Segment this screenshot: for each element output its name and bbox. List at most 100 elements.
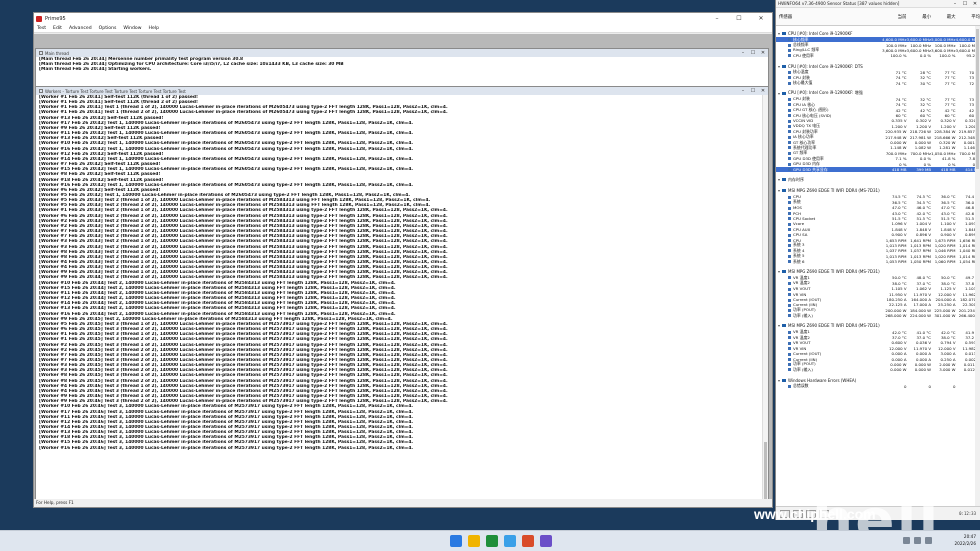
taskbar-app-icon[interactable] bbox=[450, 535, 462, 547]
clock[interactable]: 20:47 2022/2/26 bbox=[955, 533, 976, 547]
sensor-row[interactable]: 系统 36.5 °C 34.5 °C 36.5 °C 36.0 °C bbox=[776, 199, 980, 205]
sensor-name: CPU 封装功率 bbox=[793, 128, 818, 134]
sensor-row[interactable]: CPU AUX 1.848 V 1.848 V 1.848 V 1.848 V bbox=[776, 227, 980, 232]
sensor-value: 34.5 °C bbox=[916, 199, 932, 205]
sensor-row[interactable]: CPU Socket 51.5 °C 51.5 °C 51.5 °C 51.5 °C bbox=[776, 216, 980, 221]
taskbar-app-icon[interactable] bbox=[468, 535, 480, 547]
maximize-button[interactable]: ☐ bbox=[960, 1, 970, 7]
sensor-row[interactable]: Current (IOUT) 180.250 A 164.000 A 204.000 … bbox=[776, 297, 980, 302]
taskbar-app-icon[interactable] bbox=[522, 535, 534, 547]
sensor-icon bbox=[788, 212, 791, 216]
sensor-row[interactable]: VR VIN 12.000 V 11.970 V 12.000 V 11.982 V bbox=[776, 346, 980, 351]
sensor-row[interactable]: Vcore 1.096 V 1.004 V 1.100 V 1.093 V bbox=[776, 221, 980, 226]
sensor-value: 28 °C bbox=[920, 69, 932, 75]
child-minimize-button[interactable]: – bbox=[738, 88, 748, 94]
column-header[interactable]: 当前 bbox=[882, 14, 907, 20]
sensor-name: GT 核心功率 bbox=[793, 139, 816, 145]
hwinfo-titlebar[interactable]: HWiNFO64 v7.36-4900 Sensor Status [387 v… bbox=[776, 0, 980, 8]
close-button[interactable]: ✕ bbox=[750, 15, 772, 22]
sensor-value: 37.0 °C bbox=[916, 280, 932, 286]
chevron-up-icon[interactable] bbox=[903, 537, 910, 544]
sensor-name: 功率 (POUT) bbox=[793, 307, 816, 313]
child-maximize-button[interactable]: ☐ bbox=[748, 88, 758, 94]
sensor-name: PCH bbox=[793, 210, 801, 216]
sensor-icon bbox=[788, 157, 791, 161]
menu-item-options[interactable]: Options bbox=[99, 26, 117, 31]
menu-item-help[interactable]: Help bbox=[149, 26, 159, 31]
minimize-button[interactable]: – bbox=[706, 15, 728, 22]
sensor-row[interactable]: 功率 (输入) 268.000 W 224.000 W 301.000 W 266.40… bbox=[776, 313, 980, 318]
sensor-group-name: CPU [#0]: Intel Core i9-12900KF: 增强 bbox=[788, 90, 863, 96]
sensor-scrollbar[interactable] bbox=[975, 26, 980, 506]
child-close-button[interactable]: ✕ bbox=[758, 88, 768, 94]
sensor-row[interactable]: VR VOUT 0.600 V 0.036 V 0.794 V 0.593 V bbox=[776, 340, 980, 345]
child-minimize-button[interactable]: – bbox=[738, 50, 748, 56]
column-header[interactable]: 最大 bbox=[931, 14, 956, 20]
sensor-value: 418 MB bbox=[940, 167, 956, 172]
sensor-icon bbox=[788, 368, 791, 372]
sensor-value: 0.900 V bbox=[940, 232, 956, 238]
sensor-row[interactable]: CPU 使用率 100.0 % 0.0 % 100.0 % 95.2 % bbox=[776, 53, 980, 58]
sensor-row[interactable]: VR VIN 11.950 V 11.970 V 12.000 V 11.962 V bbox=[776, 291, 980, 297]
sensor-row[interactable]: 总错误数0000 bbox=[776, 383, 980, 389]
sensor-row[interactable]: CPU SA 0.900 V 0.896 V 0.900 V 0.899 V bbox=[776, 232, 980, 237]
sensor-row[interactable]: Current (IOUT) 0.000 A 0.000 A 3.000 A 0.013… bbox=[776, 351, 980, 356]
sensor-name-cell: VR VOUT bbox=[776, 286, 882, 291]
child-maximize-button[interactable]: ☐ bbox=[748, 50, 758, 56]
worker-scrollbar[interactable] bbox=[762, 95, 768, 504]
sensor-value: 0.900 V bbox=[891, 232, 907, 238]
sensor-value: 30 °C bbox=[920, 80, 932, 86]
sensor-name-cell: CPU 使用率 bbox=[776, 53, 882, 59]
settings-icon[interactable] bbox=[806, 509, 816, 518]
column-header[interactable]: 最小 bbox=[906, 14, 931, 20]
forward-icon[interactable] bbox=[793, 509, 803, 518]
menu-item-advanced[interactable]: Advanced bbox=[69, 26, 92, 31]
taskbar-app-icon[interactable] bbox=[504, 535, 516, 547]
back-icon[interactable] bbox=[780, 509, 790, 518]
menu-item-edit[interactable]: Edit bbox=[53, 26, 62, 31]
sensor-value: 1,020 RPM bbox=[934, 242, 956, 248]
sensor-icon bbox=[788, 114, 791, 118]
worker-titlebar[interactable]: Workers - Torture Test Torture Test Tort… bbox=[36, 87, 768, 95]
close-button[interactable]: ✕ bbox=[970, 1, 980, 7]
sensor-row[interactable]: 功率 (输入) 0.000 W 0.000 W 3.000 W 0.012 W bbox=[776, 367, 980, 372]
sensor-row[interactable]: PCH 43.0 °C 42.0 °C 43.0 °C 42.6 °C bbox=[776, 210, 980, 216]
prime95-window[interactable]: Prime95 – ☐ ✕ Test Edit Advanced Options Win… bbox=[33, 12, 773, 508]
sensor-group[interactable]: ▾ MSI MPG Z690 EDGE TI WIFI DDR4 (MS-7D31… bbox=[776, 187, 980, 194]
sensor-row[interactable]: 系统 6 1,053 RPM 1,050 RPM 1,060 RPM 1,054 RPM bbox=[776, 259, 980, 264]
reset-icon[interactable] bbox=[819, 509, 829, 518]
sensor-value: 1.848 V bbox=[940, 226, 956, 232]
sensor-name: VR 温度2 bbox=[793, 280, 810, 286]
sensor-row[interactable]: GPU D3D 共享显存 418 MB 399 MB 418 MB 414 MB bbox=[776, 167, 980, 173]
sensor-row[interactable]: 核心最大值74 °C30 °C77 °C72 °C bbox=[776, 80, 980, 86]
hwinfo-window[interactable]: HWiNFO64 v7.36-4900 Sensor Status [387 v… bbox=[775, 0, 980, 520]
sensor-value: 42 °C bbox=[895, 107, 907, 113]
child-close-button[interactable]: ✕ bbox=[758, 50, 768, 56]
minimize-button[interactable]: – bbox=[950, 1, 960, 7]
column-header[interactable]: 传感器 bbox=[776, 14, 882, 20]
sensor-row[interactable]: VR 温度2 37.0 °C 37.0 °C 38.0 °C 37.2 °C bbox=[776, 335, 980, 340]
sensor-value: 1,020 RPM bbox=[934, 253, 956, 259]
sensor-value: 36.5 °C bbox=[891, 199, 907, 205]
main-thread-titlebar[interactable]: Main thread – ☐ ✕ bbox=[36, 49, 768, 57]
sensor-name: 核心最大值 bbox=[793, 80, 813, 86]
scroll-thumb[interactable] bbox=[976, 29, 979, 169]
sensor-group[interactable]: ▾ 内存时序 bbox=[776, 176, 980, 183]
sensor-row[interactable]: CPU 核心电压 (SVID)60 °C60 °C60 °C60 °C bbox=[776, 113, 980, 118]
sensor-row[interactable]: VR 温度2 38.0 °C 37.0 °C 38.0 °C 37.8 °C bbox=[776, 280, 980, 286]
menu-item-window[interactable]: Window bbox=[123, 26, 141, 31]
taskbar-app-icon[interactable] bbox=[540, 535, 552, 547]
column-header[interactable]: 平均 bbox=[956, 14, 980, 20]
volume-icon[interactable] bbox=[925, 537, 932, 544]
sensor-row[interactable]: MOS 47.0 °C 46.0 °C 47.0 °C 46.8 °C bbox=[776, 205, 980, 210]
worker-window[interactable]: Workers - Torture Test Torture Test Tort… bbox=[35, 86, 769, 505]
network-icon[interactable] bbox=[914, 537, 921, 544]
log-line: [Worker #16 Feb 26 20:46] Test 3, 140000… bbox=[39, 445, 414, 451]
prime95-titlebar[interactable]: Prime95 – ☐ ✕ bbox=[34, 13, 772, 24]
taskbar-app-icon[interactable] bbox=[486, 535, 498, 547]
sensor-row[interactable]: VR VOUT 1.105 V 1.062 V 1.125 V 1.103 V bbox=[776, 286, 980, 291]
scroll-thumb[interactable] bbox=[764, 442, 767, 502]
maximize-button[interactable]: ☐ bbox=[728, 15, 750, 22]
sensor-value: 60 °C bbox=[920, 113, 932, 119]
menu-item-test[interactable]: Test bbox=[37, 26, 46, 31]
